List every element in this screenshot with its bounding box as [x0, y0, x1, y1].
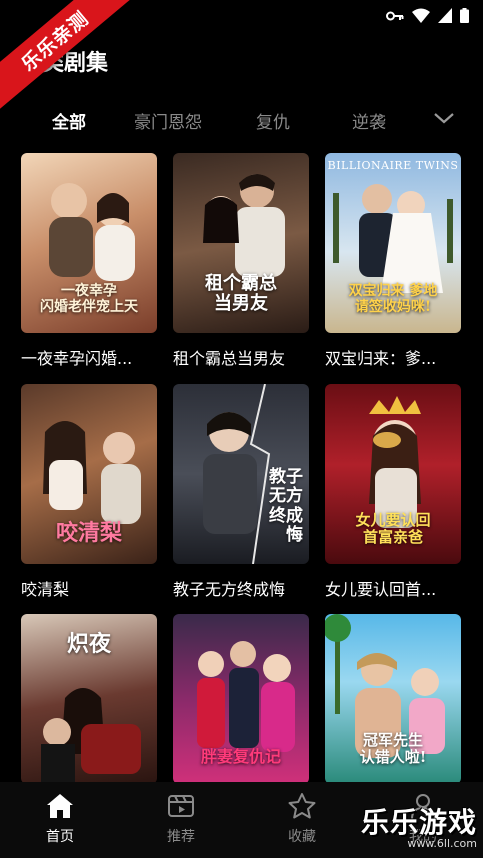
drama-card[interactable]: 一夜幸孕 闪婚老伴宠上天 一夜幸孕闪婚...: [21, 153, 157, 369]
drama-title[interactable]: 教子无方终成悔: [173, 576, 309, 600]
poster-title-art: 炽夜: [66, 631, 111, 657]
poster-title-art: 女儿要认回 首富亲爸: [355, 510, 431, 546]
poster-title-art: 双宝归来 爹地 请签收妈咪!: [348, 282, 438, 315]
tab-revenge[interactable]: 复仇: [256, 108, 290, 133]
drama-card[interactable]: 咬清梨 咬清梨: [21, 384, 157, 600]
poster-title-art: 租个霸总 当男友: [205, 272, 277, 315]
poster-title-art: 教子 无方 终成 悔: [269, 466, 303, 546]
drama-title[interactable]: 一夜幸孕闪婚...: [21, 345, 157, 369]
tab-wealthy-feud[interactable]: 豪门恩怨: [134, 108, 202, 133]
home-icon: [47, 794, 73, 818]
category-tabs: 全部 豪门恩怨 复仇 逆袭: [0, 108, 483, 136]
drama-card[interactable]: 教子 无方 终成 悔 教子无方终成悔: [173, 384, 309, 600]
drama-title[interactable]: 双宝归来：爹...: [325, 345, 461, 369]
battery-icon: [460, 8, 469, 23]
poster-title-art: 冠军先生 认错人啦!: [359, 730, 427, 766]
drama-poster[interactable]: BILLIONAIRE TWINS 双宝归来 爹地 请签收妈咪!: [325, 153, 461, 333]
drama-title[interactable]: 女儿要认回首...: [325, 576, 461, 600]
poster-title-art: 咬清梨: [55, 519, 122, 546]
drama-poster[interactable]: 冠军先生 认错人啦!: [325, 614, 461, 784]
drama-poster[interactable]: 女儿要认回 首富亲爸: [325, 384, 461, 564]
drama-poster[interactable]: 一夜幸孕 闪婚老伴宠上天: [21, 153, 157, 333]
drama-poster[interactable]: 胖妻复仇记: [173, 614, 309, 784]
drama-card[interactable]: 炽夜: [21, 614, 157, 784]
wifi-icon: [412, 8, 430, 23]
signal-icon: [438, 8, 452, 23]
nav-recommend[interactable]: 推荐: [151, 792, 211, 846]
nav-label: 收藏: [288, 829, 316, 845]
nav-home[interactable]: 首页: [30, 792, 90, 846]
film-icon: [168, 795, 194, 817]
poster-top-text: BILLIONAIRE TWINS: [327, 159, 459, 172]
drama-card[interactable]: 冠军先生 认错人啦!: [325, 614, 461, 784]
drama-card[interactable]: BILLIONAIRE TWINS 双宝归来 爹地 请签收妈咪! 双宝归来：爹.…: [325, 153, 461, 369]
drama-title[interactable]: 租个霸总当男友: [173, 345, 309, 369]
drama-card[interactable]: 租个霸总 当男友 租个霸总当男友: [173, 153, 309, 369]
tab-comeback[interactable]: 逆袭: [352, 108, 386, 133]
drama-poster[interactable]: 教子 无方 终成 悔: [173, 384, 309, 564]
drama-card[interactable]: 胖妻复仇记: [173, 614, 309, 784]
nav-favorites[interactable]: 收藏: [272, 792, 332, 846]
nav-label: 首页: [46, 829, 74, 845]
watermark-main: 乐乐游戏: [360, 806, 477, 839]
chevron-down-icon[interactable]: [433, 110, 455, 126]
drama-card[interactable]: 女儿要认回 首富亲爸 女儿要认回首...: [325, 384, 461, 600]
drama-poster[interactable]: 咬清梨: [21, 384, 157, 564]
star-icon: [288, 793, 316, 819]
nav-label: 推荐: [167, 829, 195, 845]
poster-title-art: 胖妻复仇记: [200, 746, 281, 766]
drama-title[interactable]: 咬清梨: [21, 576, 157, 600]
drama-poster[interactable]: 租个霸总 当男友: [173, 153, 309, 333]
tab-all[interactable]: 全部: [52, 108, 86, 133]
poster-title-art: 一夜幸孕 闪婚老伴宠上天: [40, 282, 138, 315]
site-watermark: 乐乐游戏 www.6ll.com: [361, 801, 477, 850]
drama-poster[interactable]: 炽夜: [21, 614, 157, 784]
key-icon: [386, 11, 404, 20]
